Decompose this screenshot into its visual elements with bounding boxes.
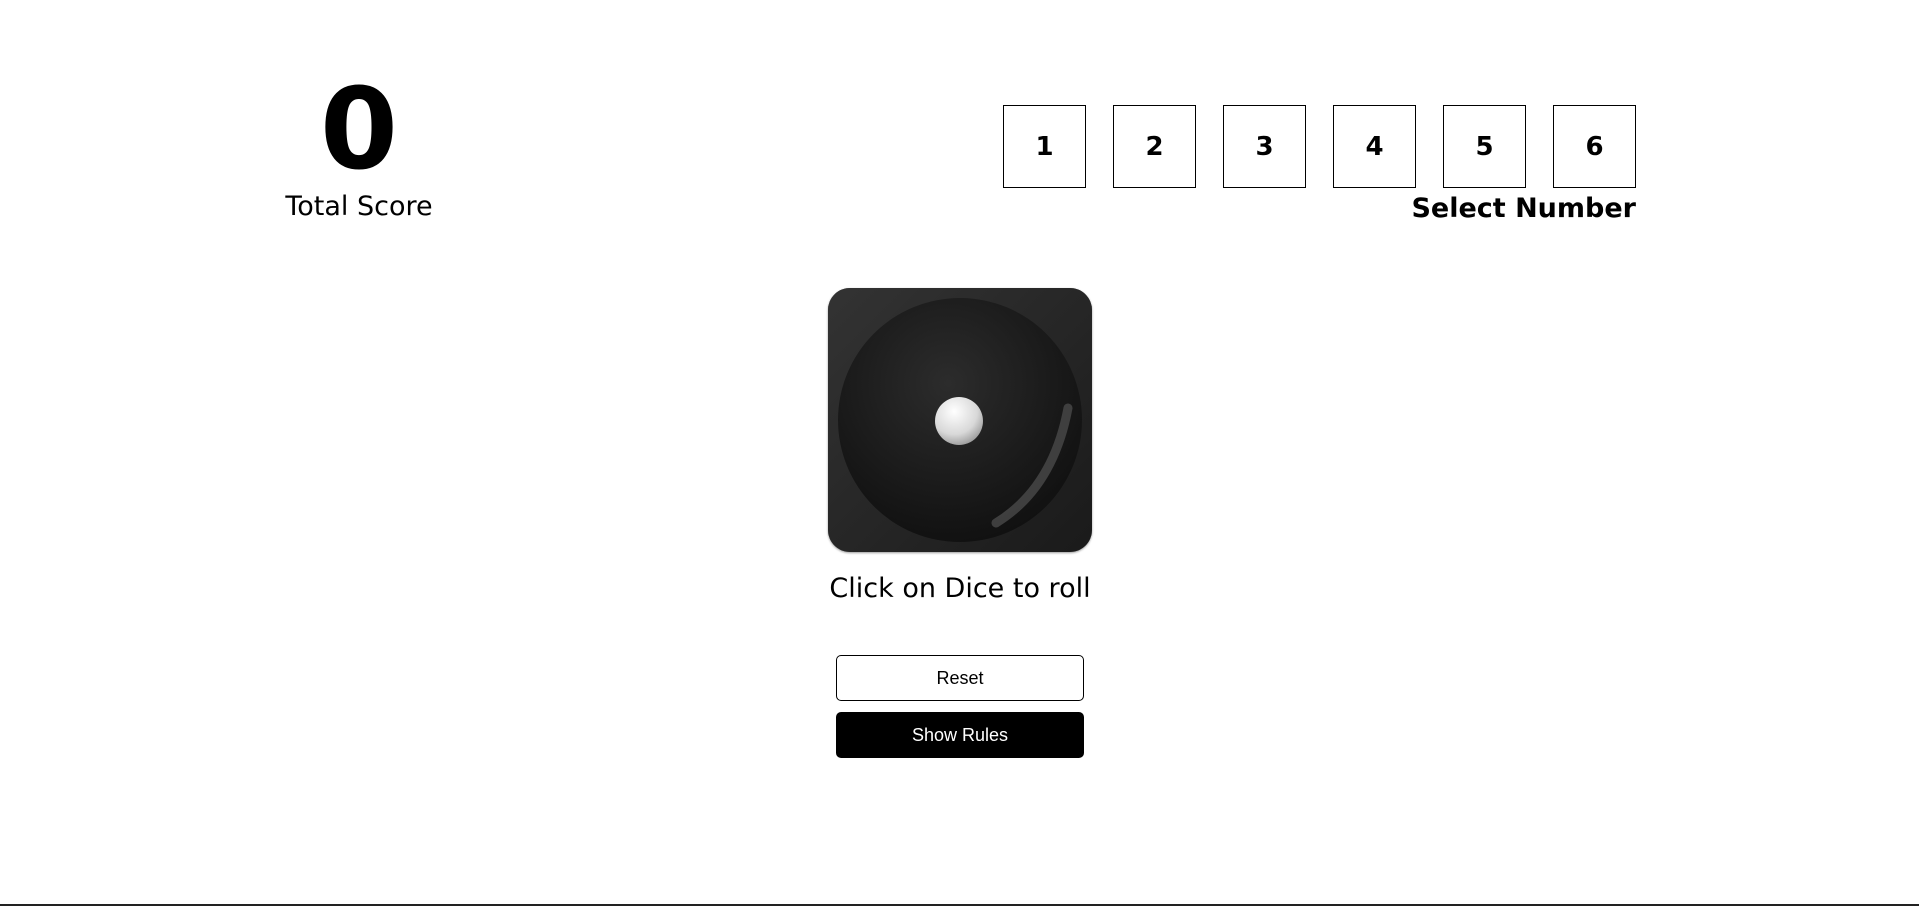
number-option-4[interactable]: 4 [1333, 105, 1416, 188]
number-option-3[interactable]: 3 [1223, 105, 1306, 188]
show-rules-button[interactable]: Show Rules [836, 712, 1084, 758]
total-score-label: Total Score [285, 191, 433, 222]
number-selector-row: 1 2 3 4 5 6 [1003, 105, 1636, 188]
number-option-5[interactable]: 5 [1443, 105, 1526, 188]
roll-instruction: Click on Dice to roll [829, 573, 1091, 604]
dice-button[interactable] [828, 288, 1092, 552]
total-score-block: 0 Total Score [250, 70, 468, 224]
number-option-1[interactable]: 1 [1003, 105, 1086, 188]
total-score-value: 0 [320, 65, 398, 195]
reset-button[interactable]: Reset [836, 655, 1084, 701]
number-selector: 1 2 3 4 5 6 Select Number [1003, 105, 1636, 226]
dice-face-one-icon [828, 288, 1092, 552]
select-number-label: Select Number [1411, 193, 1636, 224]
number-option-6[interactable]: 6 [1553, 105, 1636, 188]
number-option-2[interactable]: 2 [1113, 105, 1196, 188]
